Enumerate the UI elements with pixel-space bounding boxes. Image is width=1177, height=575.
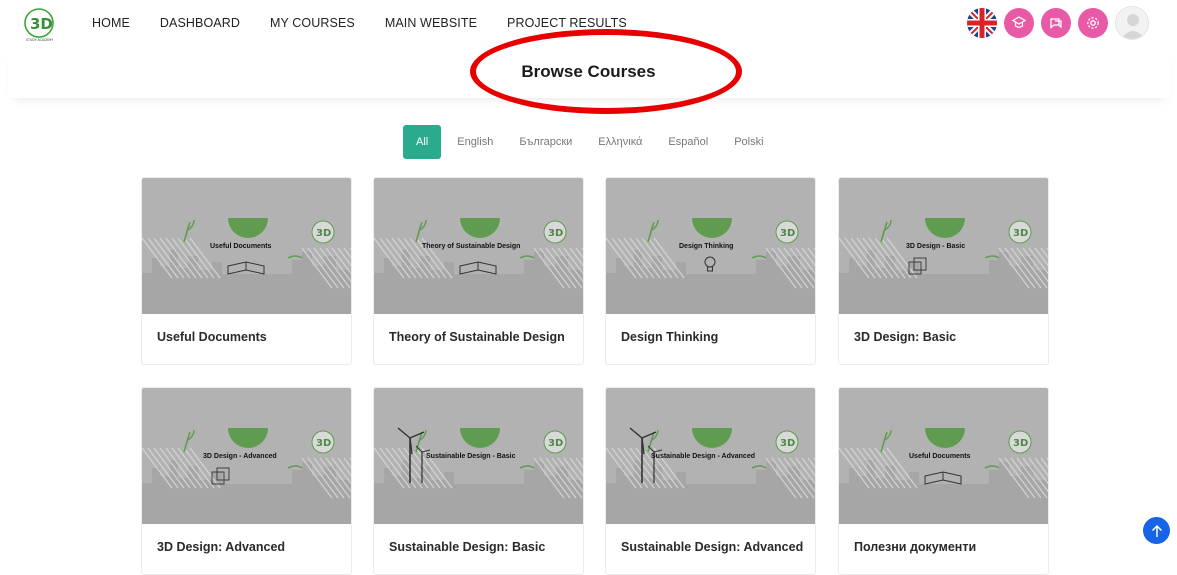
scroll-to-top-button[interactable]: [1143, 517, 1170, 544]
nav-my-courses[interactable]: MY COURSES: [270, 16, 355, 30]
svg-text:3D: 3D: [1013, 228, 1028, 239]
language-filter-bar: All English Български Ελληνικά Español P…: [403, 125, 777, 159]
thumbnail-label: Useful Documents: [210, 243, 272, 250]
course-card[interactable]: 3D Useful Documents Useful Documents: [141, 177, 352, 365]
course-card[interactable]: 3D 3D Design - Advanced 3D Design: Advance…: [141, 387, 352, 575]
thumbnail-label: Theory of Sustainable Design: [422, 243, 521, 250]
thumbnail-label: 3D Design - Advanced: [203, 453, 277, 460]
arrow-up-icon: [1151, 524, 1162, 537]
filter-bulgarian[interactable]: Български: [506, 125, 585, 159]
course-title[interactable]: 3D Design: Basic: [854, 330, 956, 344]
tutor-icon[interactable]: [1004, 8, 1034, 38]
svg-text:3D: 3D: [780, 228, 795, 239]
course-title[interactable]: 3D Design: Advanced: [157, 540, 285, 554]
page-title: Browse Courses: [521, 62, 656, 81]
course-card[interactable]: 3D Sustainable Design - Basic Sustainable …: [373, 387, 584, 575]
svg-text:3D: 3D: [316, 438, 331, 449]
uk-flag-icon[interactable]: [967, 8, 997, 38]
course-title[interactable]: Sustainable Design: Advanced: [621, 540, 803, 554]
svg-text:STUDY ACADEMY: STUDY ACADEMY: [26, 38, 53, 42]
course-title[interactable]: Полезни документи: [854, 540, 976, 554]
nav-actions: [967, 6, 1149, 40]
user-avatar-icon[interactable]: [1115, 6, 1149, 40]
thumbnail-label: 3D Design - Basic: [906, 243, 966, 250]
settings-icon[interactable]: [1078, 8, 1108, 38]
filter-polish[interactable]: Polski: [721, 125, 776, 159]
chat-icon[interactable]: [1041, 8, 1071, 38]
svg-text:3D: 3D: [548, 228, 563, 239]
course-thumbnail[interactable]: 3D Useful Documents: [839, 388, 1048, 524]
filter-english[interactable]: English: [444, 125, 506, 159]
svg-text:3D: 3D: [548, 438, 563, 449]
course-card[interactable]: 3D Useful Documents Полезни документи: [838, 387, 1049, 575]
course-title[interactable]: Useful Documents: [157, 330, 267, 344]
filter-spanish[interactable]: Español: [655, 125, 721, 159]
course-thumbnail[interactable]: 3D 3D Design - Advanced: [142, 388, 351, 524]
course-title[interactable]: Design Thinking: [621, 330, 718, 344]
thumbnail-label: Useful Documents: [909, 453, 971, 460]
course-card[interactable]: 3D Design Thinking Design Thinking: [605, 177, 816, 365]
course-title[interactable]: Theory of Sustainable Design: [389, 330, 565, 344]
svg-text:3D: 3D: [30, 15, 53, 33]
main-nav: HOME DASHBOARD MY COURSES MAIN WEBSITE P…: [92, 16, 657, 30]
course-title[interactable]: Sustainable Design: Basic: [389, 540, 545, 554]
svg-text:3D: 3D: [1013, 438, 1028, 449]
course-thumbnail[interactable]: 3D Sustainable Design - Basic: [374, 388, 583, 524]
thumbnail-label: Sustainable Design - Basic: [426, 453, 516, 460]
nav-main-website[interactable]: MAIN WEBSITE: [385, 16, 477, 30]
top-navbar: 3D STUDY ACADEMY HOME DASHBOARD MY COURS…: [0, 0, 1177, 46]
course-card[interactable]: 3D Theory of Sustainable Design Theory of …: [373, 177, 584, 365]
thumbnail-label: Design Thinking: [679, 243, 734, 250]
thumbnail-label: Sustainable Design - Advanced: [651, 453, 755, 460]
svg-text:3D: 3D: [316, 228, 331, 239]
course-thumbnail[interactable]: 3D Theory of Sustainable Design: [374, 178, 583, 314]
course-thumbnail[interactable]: 3D Design Thinking: [606, 178, 815, 314]
nav-dashboard[interactable]: DASHBOARD: [160, 16, 240, 30]
nav-home[interactable]: HOME: [92, 16, 130, 30]
course-thumbnail[interactable]: 3D Useful Documents: [142, 178, 351, 314]
course-card[interactable]: 3D Sustainable Design - Advanced Sustainab…: [605, 387, 816, 575]
course-card[interactable]: 3D 3D Design - Basic 3D Design: Basic: [838, 177, 1049, 365]
filter-all[interactable]: All: [403, 125, 442, 159]
nav-project-results[interactable]: PROJECT RESULTS: [507, 16, 627, 30]
svg-text:3D: 3D: [780, 438, 795, 449]
course-thumbnail[interactable]: 3D Sustainable Design - Advanced: [606, 388, 815, 524]
filter-greek[interactable]: Ελληνικά: [585, 125, 655, 159]
course-thumbnail[interactable]: 3D 3D Design - Basic: [839, 178, 1048, 314]
site-logo[interactable]: 3D STUDY ACADEMY: [19, 6, 59, 42]
